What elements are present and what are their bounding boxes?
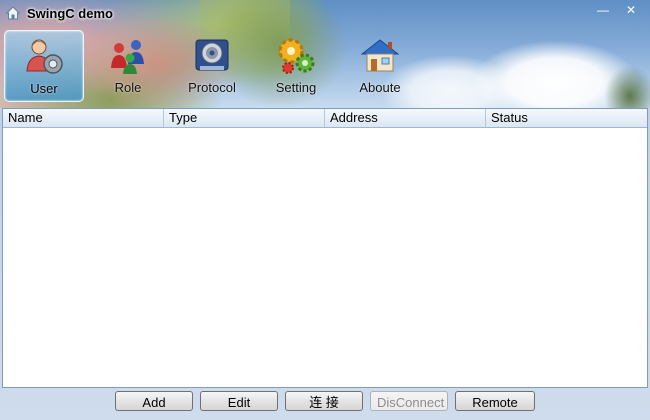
house-icon xyxy=(360,39,400,72)
home-icon xyxy=(6,6,20,20)
connect-button[interactable]: 连 接 xyxy=(285,391,363,411)
disconnect-button: DisConnect xyxy=(370,391,448,411)
app-window: SwingC demo — ✕ User Role Protocol Setti… xyxy=(0,0,650,420)
toolbar-item-label: Role xyxy=(114,80,142,95)
minimize-button[interactable]: — xyxy=(594,2,612,18)
window-title: SwingC demo xyxy=(27,6,113,21)
close-button[interactable]: ✕ xyxy=(622,2,640,18)
title-bar[interactable]: SwingC demo — ✕ xyxy=(0,0,650,26)
protocol-icon xyxy=(195,39,229,71)
toolbar: User Role Protocol Setting Aboute xyxy=(4,30,424,102)
toolbar-item-aboute[interactable]: Aboute xyxy=(340,30,420,100)
edit-button[interactable]: Edit xyxy=(200,391,278,411)
column-header-address[interactable]: Address xyxy=(325,109,486,127)
user-icon xyxy=(26,39,63,74)
toolbar-item-user[interactable]: User xyxy=(4,30,84,102)
toolbar-item-setting[interactable]: Setting xyxy=(256,30,336,100)
toolbar-item-label: Aboute xyxy=(359,80,401,95)
toolbar-item-role[interactable]: Role xyxy=(88,30,168,100)
remote-button[interactable]: Remote xyxy=(455,391,535,411)
toolbar-item-protocol[interactable]: Protocol xyxy=(172,30,252,100)
column-header-status[interactable]: Status xyxy=(486,109,645,127)
connections-table[interactable]: Name Type Address Status xyxy=(2,108,648,388)
toolbar-item-label: User xyxy=(30,81,58,96)
toolbar-item-label: Setting xyxy=(275,80,317,95)
gears-icon xyxy=(278,38,315,74)
column-header-type[interactable]: Type xyxy=(164,109,325,127)
toolbar-item-label: Protocol xyxy=(188,80,236,95)
button-bar: Add Edit 连 接 DisConnect Remote xyxy=(0,391,650,413)
table-header: Name Type Address Status xyxy=(3,109,647,128)
column-header-name[interactable]: Name xyxy=(3,109,164,127)
add-button[interactable]: Add xyxy=(115,391,193,411)
role-icon xyxy=(111,40,144,74)
